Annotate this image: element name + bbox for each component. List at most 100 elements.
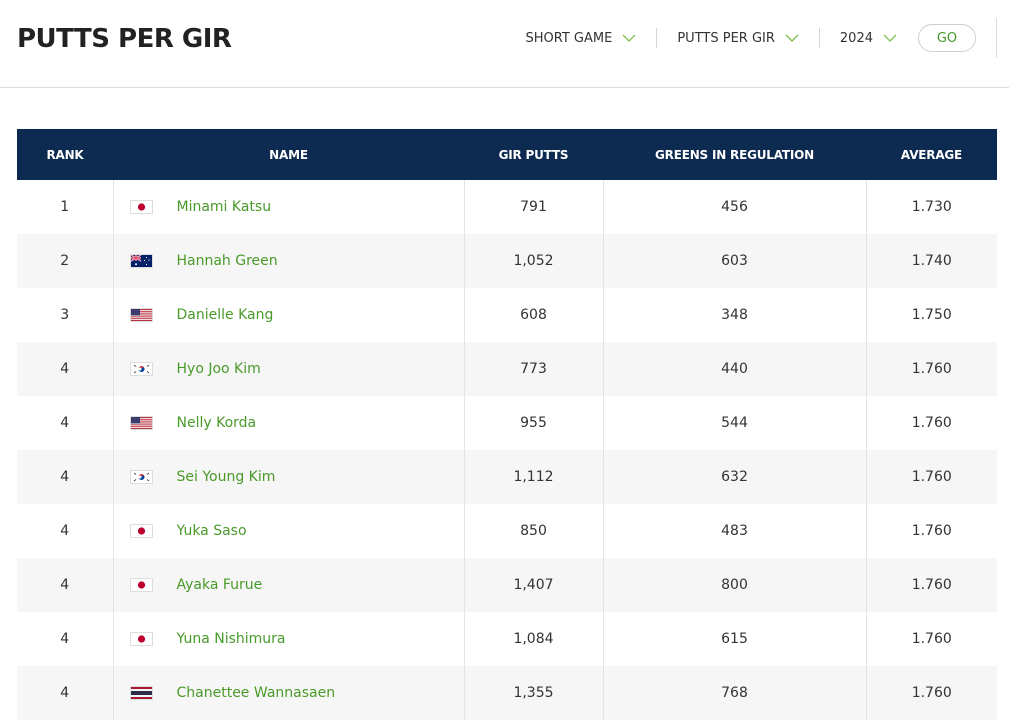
column-header-rank[interactable]: RANK bbox=[17, 129, 113, 180]
gir-putts-cell: 850 bbox=[463, 504, 603, 558]
gir-putts-cell: 1,112 bbox=[463, 450, 603, 504]
name-cell: Hyo Joo Kim bbox=[112, 342, 464, 396]
go-button[interactable]: GO bbox=[918, 24, 976, 52]
rank-cell: 4 bbox=[60, 415, 70, 431]
average-cell: 1.740 bbox=[865, 234, 997, 288]
player-name-link[interactable]: Yuka Saso bbox=[177, 523, 247, 539]
greens-in-regulation-cell: 615 bbox=[602, 612, 866, 666]
usa-flag-icon bbox=[129, 308, 153, 322]
gir-putts-cell: 791 bbox=[463, 180, 603, 234]
thailand-flag-icon bbox=[129, 686, 153, 700]
table-row: 4 Sei Young Kim 1,112 632 1.760 bbox=[17, 450, 997, 504]
name-cell: Yuna Nishimura bbox=[112, 612, 464, 666]
chevron-down-icon bbox=[883, 34, 897, 42]
column-header-name[interactable]: NAME bbox=[113, 129, 464, 180]
player-name-link[interactable]: Hannah Green bbox=[177, 253, 278, 269]
year-dropdown-value: 2024 bbox=[839, 30, 873, 46]
average-cell: 1.750 bbox=[865, 288, 997, 342]
player-name-link[interactable]: Chanettee Wannasaen bbox=[177, 685, 336, 701]
rank-cell: 3 bbox=[60, 307, 70, 323]
table-row: 4 Chanettee Wannasaen 1,355 768 1.760 bbox=[17, 666, 997, 720]
average-cell: 1.760 bbox=[865, 450, 997, 504]
table-row: 3 Danielle Kang 608 348 1.750 bbox=[17, 288, 997, 342]
average-cell: 1.760 bbox=[865, 396, 997, 450]
south-korea-flag-icon bbox=[129, 362, 153, 376]
table-body: 1 Minami Katsu 791 456 1.730 2 Hannah Gr… bbox=[17, 180, 997, 720]
rank-cell: 4 bbox=[60, 631, 70, 647]
japan-flag-icon bbox=[129, 578, 153, 592]
table-row: 4 Yuna Nishimura 1,084 615 1.760 bbox=[17, 612, 997, 666]
name-cell: Yuka Saso bbox=[112, 504, 464, 558]
column-header-average[interactable]: AVERAGE bbox=[866, 129, 997, 180]
greens-in-regulation-cell: 632 bbox=[602, 450, 866, 504]
player-name-link[interactable]: Danielle Kang bbox=[177, 307, 274, 323]
gir-putts-cell: 955 bbox=[463, 396, 603, 450]
name-cell: Minami Katsu bbox=[112, 180, 464, 234]
name-cell: Hannah Green bbox=[112, 234, 464, 288]
gir-putts-cell: 773 bbox=[463, 342, 603, 396]
australia-flag-icon bbox=[129, 254, 153, 268]
average-cell: 1.730 bbox=[865, 180, 997, 234]
name-cell: Sei Young Kim bbox=[112, 450, 464, 504]
chevron-down-icon bbox=[622, 34, 636, 42]
greens-in-regulation-cell: 603 bbox=[602, 234, 866, 288]
greens-in-regulation-cell: 483 bbox=[602, 504, 866, 558]
table-row: 4 Yuka Saso 850 483 1.760 bbox=[17, 504, 997, 558]
gir-putts-cell: 1,355 bbox=[463, 666, 603, 720]
rank-cell: 4 bbox=[60, 361, 70, 377]
player-name-link[interactable]: Nelly Korda bbox=[177, 415, 257, 431]
stat-dropdown-value: PUTTS PER GIR bbox=[677, 30, 775, 46]
rank-cell: 2 bbox=[60, 253, 70, 269]
table-row: 4 Ayaka Furue 1,407 800 1.760 bbox=[17, 558, 997, 612]
page-title: PUTTS PER GIR bbox=[17, 24, 232, 54]
divider bbox=[996, 18, 997, 58]
name-cell: Nelly Korda bbox=[112, 396, 464, 450]
year-dropdown[interactable]: 2024 bbox=[820, 28, 918, 48]
rank-cell: 4 bbox=[60, 469, 70, 485]
average-cell: 1.760 bbox=[865, 504, 997, 558]
average-cell: 1.760 bbox=[865, 612, 997, 666]
usa-flag-icon bbox=[129, 416, 153, 430]
column-header-gir-putts[interactable]: GIR PUTTS bbox=[464, 129, 603, 180]
average-cell: 1.760 bbox=[865, 342, 997, 396]
rank-cell: 4 bbox=[60, 523, 70, 539]
category-dropdown[interactable]: SHORT GAME bbox=[526, 28, 658, 48]
stats-table: RANK NAME GIR PUTTS GREENS IN REGULATION… bbox=[17, 129, 997, 720]
greens-in-regulation-cell: 544 bbox=[602, 396, 866, 450]
rank-cell: 4 bbox=[60, 685, 70, 701]
stat-dropdown[interactable]: PUTTS PER GIR bbox=[657, 28, 820, 48]
south-korea-flag-icon bbox=[129, 470, 153, 484]
name-cell: Danielle Kang bbox=[112, 288, 464, 342]
page-header: PUTTS PER GIR SHORT GAME PUTTS PER GIR 2… bbox=[0, 0, 1009, 88]
table-row: 1 Minami Katsu 791 456 1.730 bbox=[17, 180, 997, 234]
name-cell: Chanettee Wannasaen bbox=[112, 666, 464, 720]
greens-in-regulation-cell: 440 bbox=[602, 342, 866, 396]
japan-flag-icon bbox=[129, 632, 153, 646]
gir-putts-cell: 1,084 bbox=[463, 612, 603, 666]
chevron-down-icon bbox=[785, 34, 799, 42]
greens-in-regulation-cell: 800 bbox=[602, 558, 866, 612]
greens-in-regulation-cell: 348 bbox=[602, 288, 866, 342]
player-name-link[interactable]: Sei Young Kim bbox=[177, 469, 276, 485]
greens-in-regulation-cell: 456 bbox=[602, 180, 866, 234]
table-row: 2 Hannah Green 1,052 603 1.740 bbox=[17, 234, 997, 288]
gir-putts-cell: 608 bbox=[463, 288, 603, 342]
rank-cell: 4 bbox=[60, 577, 70, 593]
player-name-link[interactable]: Hyo Joo Kim bbox=[177, 361, 261, 377]
player-name-link[interactable]: Minami Katsu bbox=[177, 199, 272, 215]
gir-putts-cell: 1,407 bbox=[463, 558, 603, 612]
gir-putts-cell: 1,052 bbox=[463, 234, 603, 288]
table-row: 4 Nelly Korda 955 544 1.760 bbox=[17, 396, 997, 450]
table-row: 4 Hyo Joo Kim 773 440 1.760 bbox=[17, 342, 997, 396]
filter-bar: SHORT GAME PUTTS PER GIR 2024 GO bbox=[526, 22, 976, 54]
average-cell: 1.760 bbox=[865, 558, 997, 612]
greens-in-regulation-cell: 768 bbox=[602, 666, 866, 720]
player-name-link[interactable]: Yuna Nishimura bbox=[177, 631, 286, 647]
table-header-row: RANK NAME GIR PUTTS GREENS IN REGULATION… bbox=[17, 129, 997, 180]
rank-cell: 1 bbox=[60, 199, 70, 215]
column-header-greens-in-regulation[interactable]: GREENS IN REGULATION bbox=[603, 129, 866, 180]
player-name-link[interactable]: Ayaka Furue bbox=[177, 577, 263, 593]
name-cell: Ayaka Furue bbox=[112, 558, 464, 612]
japan-flag-icon bbox=[129, 524, 153, 538]
category-dropdown-value: SHORT GAME bbox=[525, 30, 613, 46]
